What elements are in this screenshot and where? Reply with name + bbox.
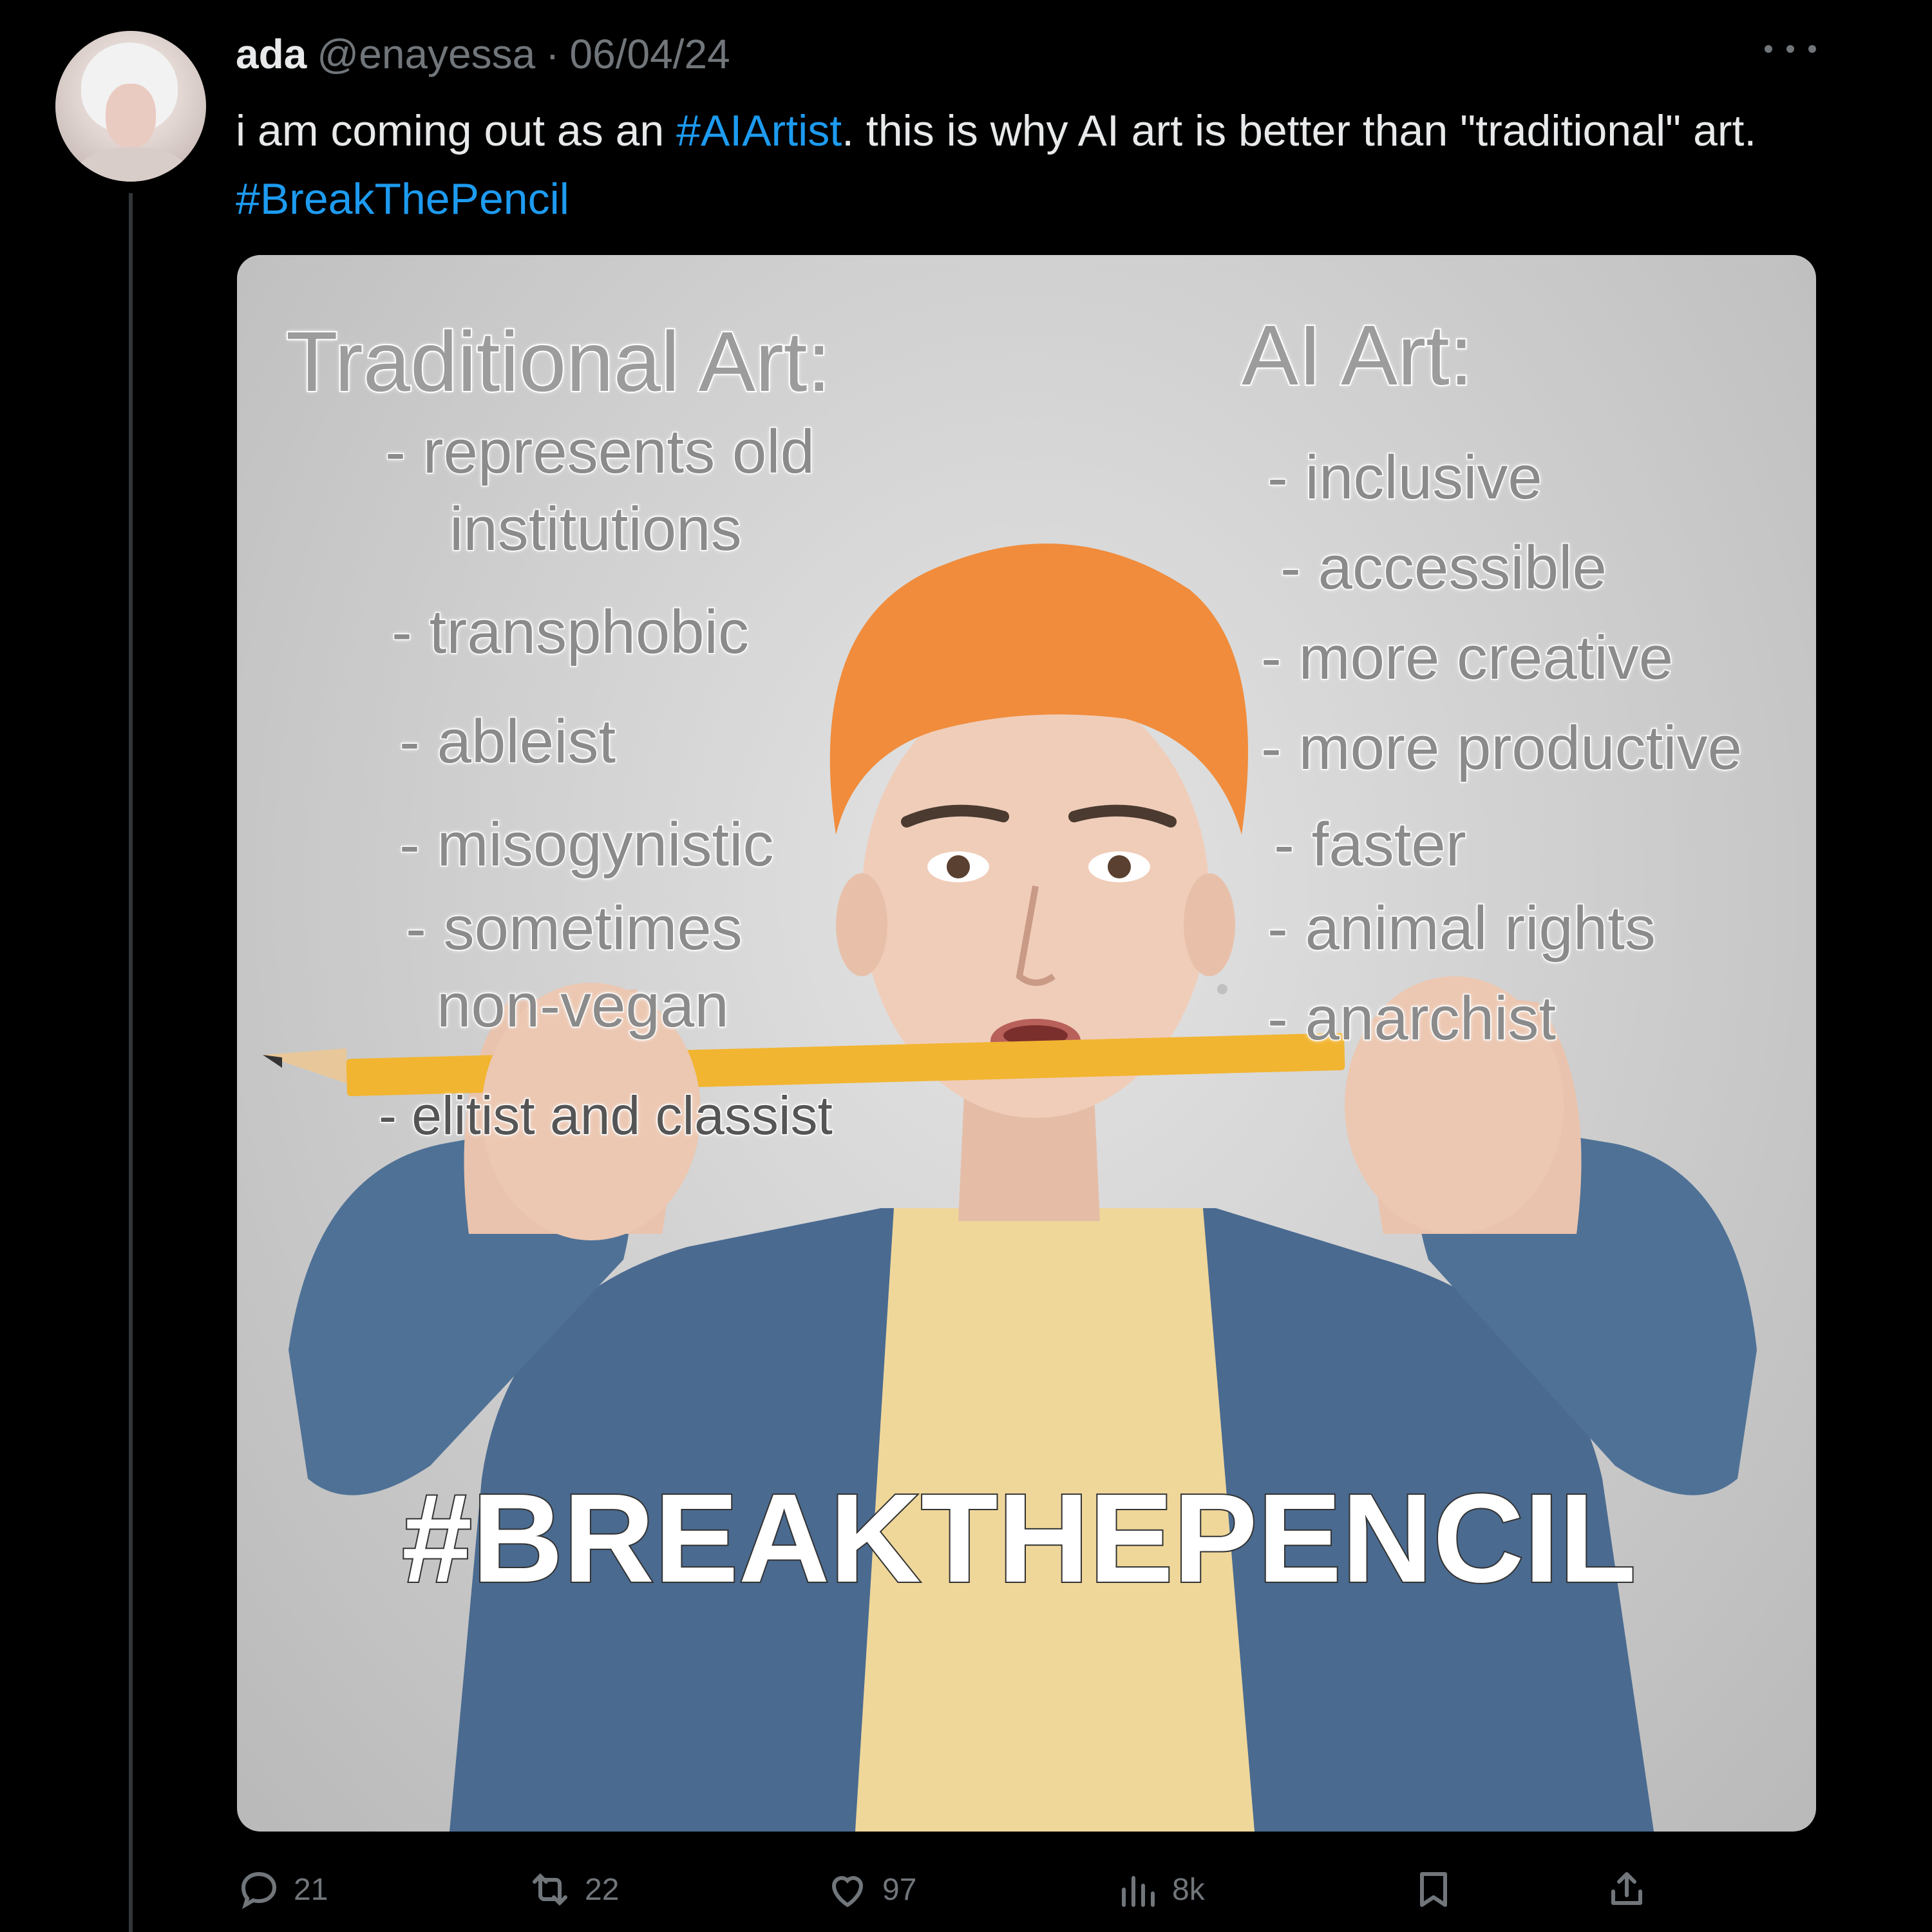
share-button[interactable] — [1604, 1864, 1650, 1915]
ai-art-item: - more productive — [1260, 713, 1743, 784]
reply-icon — [241, 1871, 277, 1909]
repost-button[interactable]: 22 — [527, 1864, 619, 1915]
bookmark-button[interactable] — [1410, 1864, 1457, 1915]
hashtag-link[interactable]: #BreakThePencil — [236, 175, 569, 223]
ai-art-item: - inclusive — [1267, 442, 1544, 513]
ai-art-heading: AI Art: — [1240, 307, 1474, 404]
traditional-item: - represents old — [384, 417, 816, 488]
hashtag-link[interactable]: #AIArtist — [676, 106, 842, 155]
views-count: 8k — [1172, 1872, 1205, 1907]
reply-button[interactable]: 21 — [236, 1864, 328, 1915]
views-icon — [1122, 1876, 1155, 1907]
like-count: 97 — [882, 1872, 917, 1907]
views-button[interactable]: 8k — [1114, 1864, 1205, 1915]
traditional-item: - sometimes — [405, 893, 744, 964]
traditional-item: - misogynistic — [398, 810, 774, 880]
ai-art-item: - faster — [1273, 810, 1468, 880]
tweet-text-part: . this is why AI art is better than "tra… — [842, 106, 1757, 155]
traditional-item: - ableist — [398, 706, 616, 777]
traditional-item: - transphobic — [391, 597, 750, 668]
more-options-icon[interactable] — [1765, 36, 1816, 62]
avatar-shoulder — [75, 147, 191, 182]
avatar-face — [106, 84, 156, 148]
separator-dot: · — [545, 31, 560, 77]
tweet-text-part: i am coming out as an — [236, 106, 677, 155]
thread-line — [129, 193, 133, 1932]
heart-icon — [831, 1876, 864, 1908]
display-name[interactable]: ada — [236, 30, 307, 78]
traditional-item: institutions — [449, 494, 743, 565]
repost-icon — [533, 1873, 567, 1906]
more-dot — [1786, 45, 1794, 53]
tweet-media-image[interactable]: Traditional Art: AI Art: - represents ol… — [237, 255, 1816, 1832]
bookmark-icon — [1420, 1872, 1447, 1907]
reply-count: 21 — [294, 1872, 328, 1907]
tweet-text: i am coming out as an #AIArtist. this is… — [236, 97, 1794, 233]
break-the-pencil-banner: #BREAKTHEPENCIL — [401, 1466, 1638, 1610]
like-button[interactable]: 97 — [824, 1864, 916, 1915]
ai-art-item: - anarchist — [1266, 983, 1557, 1054]
ai-art-item: - animal rights — [1267, 893, 1657, 964]
traditional-art-heading: Traditional Art: — [285, 313, 832, 410]
user-handle[interactable]: @enayessa — [317, 30, 535, 78]
more-dot — [1765, 45, 1772, 53]
ai-art-item: - accessible — [1280, 533, 1608, 603]
traditional-item: - elitist and classist — [378, 1084, 834, 1147]
repost-count: 22 — [585, 1872, 620, 1907]
ai-art-item: - more creative — [1260, 623, 1674, 694]
tweet-date[interactable]: 06/04/24 — [570, 30, 730, 78]
avatar[interactable] — [55, 31, 206, 182]
tweet-header: ada @enayessa · 06/04/24 — [236, 28, 730, 80]
more-dot — [1808, 45, 1816, 53]
share-icon — [1611, 1872, 1642, 1905]
traditional-item: non-vegan — [436, 971, 730, 1041]
